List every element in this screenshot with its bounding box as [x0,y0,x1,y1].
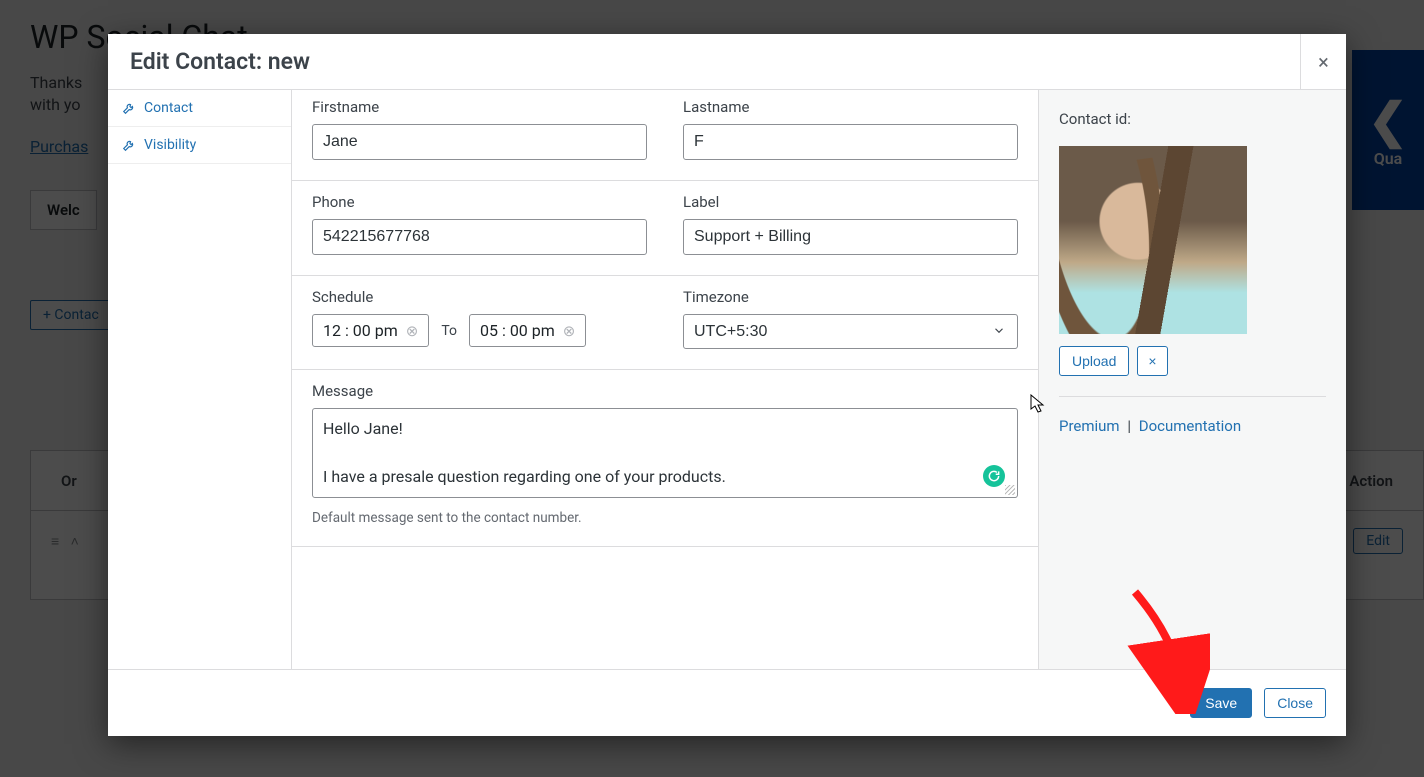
schedule-from-input[interactable]: 12 : 00 pm ⊗ [312,314,429,347]
avatar-clear-button[interactable]: × [1137,346,1167,376]
modal-title: Edit Contact: new [130,48,310,75]
side-tab-contact[interactable]: Contact [108,90,291,127]
message-line1: Hello Jane! [323,419,403,438]
schedule-label: Schedule [312,288,647,306]
message-line2: I have a presale question regarding one … [323,467,726,486]
resize-handle[interactable] [1005,485,1015,495]
phone-input[interactable] [312,219,647,255]
upload-button[interactable]: Upload [1059,346,1129,376]
links-sep: | [1127,417,1131,435]
modal-side-tabs: Contact Visibility [108,90,292,669]
modal-header: Edit Contact: new × [108,34,1346,90]
firstname-input[interactable] [312,124,647,160]
documentation-link[interactable]: Documentation [1139,417,1241,435]
edit-contact-modal: Edit Contact: new × Contact Visibility F… [108,34,1346,736]
lastname-label: Lastname [683,98,1018,116]
modal-footer: Save Close [108,670,1346,736]
label-label: Label [683,193,1018,211]
wrench-icon [122,101,136,115]
timezone-label: Timezone [683,288,1018,306]
grammarly-icon[interactable] [983,465,1005,487]
timezone-select[interactable]: UTC+5:30 [683,314,1018,349]
message-label: Message [312,382,1018,400]
save-button[interactable]: Save [1190,688,1252,718]
wrench-icon [122,138,136,152]
schedule-to-value: 05 : 00 pm [480,321,555,340]
schedule-from-value: 12 : 00 pm [323,321,398,340]
form-area[interactable]: Firstname Lastname Phone L [292,90,1038,669]
close-button[interactable]: Close [1264,688,1326,718]
contact-id-label: Contact id: [1059,110,1326,128]
modal-close-button[interactable]: × [1300,34,1346,89]
avatar-image [1059,146,1247,334]
schedule-to-input[interactable]: 05 : 00 pm ⊗ [469,314,586,347]
phone-label: Phone [312,193,647,211]
message-input[interactable]: Hello Jane! I have a presale question re… [312,408,1018,498]
premium-link[interactable]: Premium [1059,417,1120,435]
side-tab-visibility[interactable]: Visibility [108,127,291,164]
right-panel: Contact id: Upload × Premium | Documenta… [1038,90,1346,669]
side-tab-visibility-label: Visibility [144,137,196,153]
label-input[interactable] [683,219,1018,255]
message-helper: Default message sent to the contact numb… [312,510,1018,526]
divider [1059,396,1326,397]
schedule-to-clear-icon[interactable]: ⊗ [563,322,576,340]
schedule-to-text: To [441,323,457,339]
firstname-label: Firstname [312,98,647,116]
lastname-input[interactable] [683,124,1018,160]
schedule-from-clear-icon[interactable]: ⊗ [406,322,419,340]
side-tab-contact-label: Contact [144,100,193,116]
